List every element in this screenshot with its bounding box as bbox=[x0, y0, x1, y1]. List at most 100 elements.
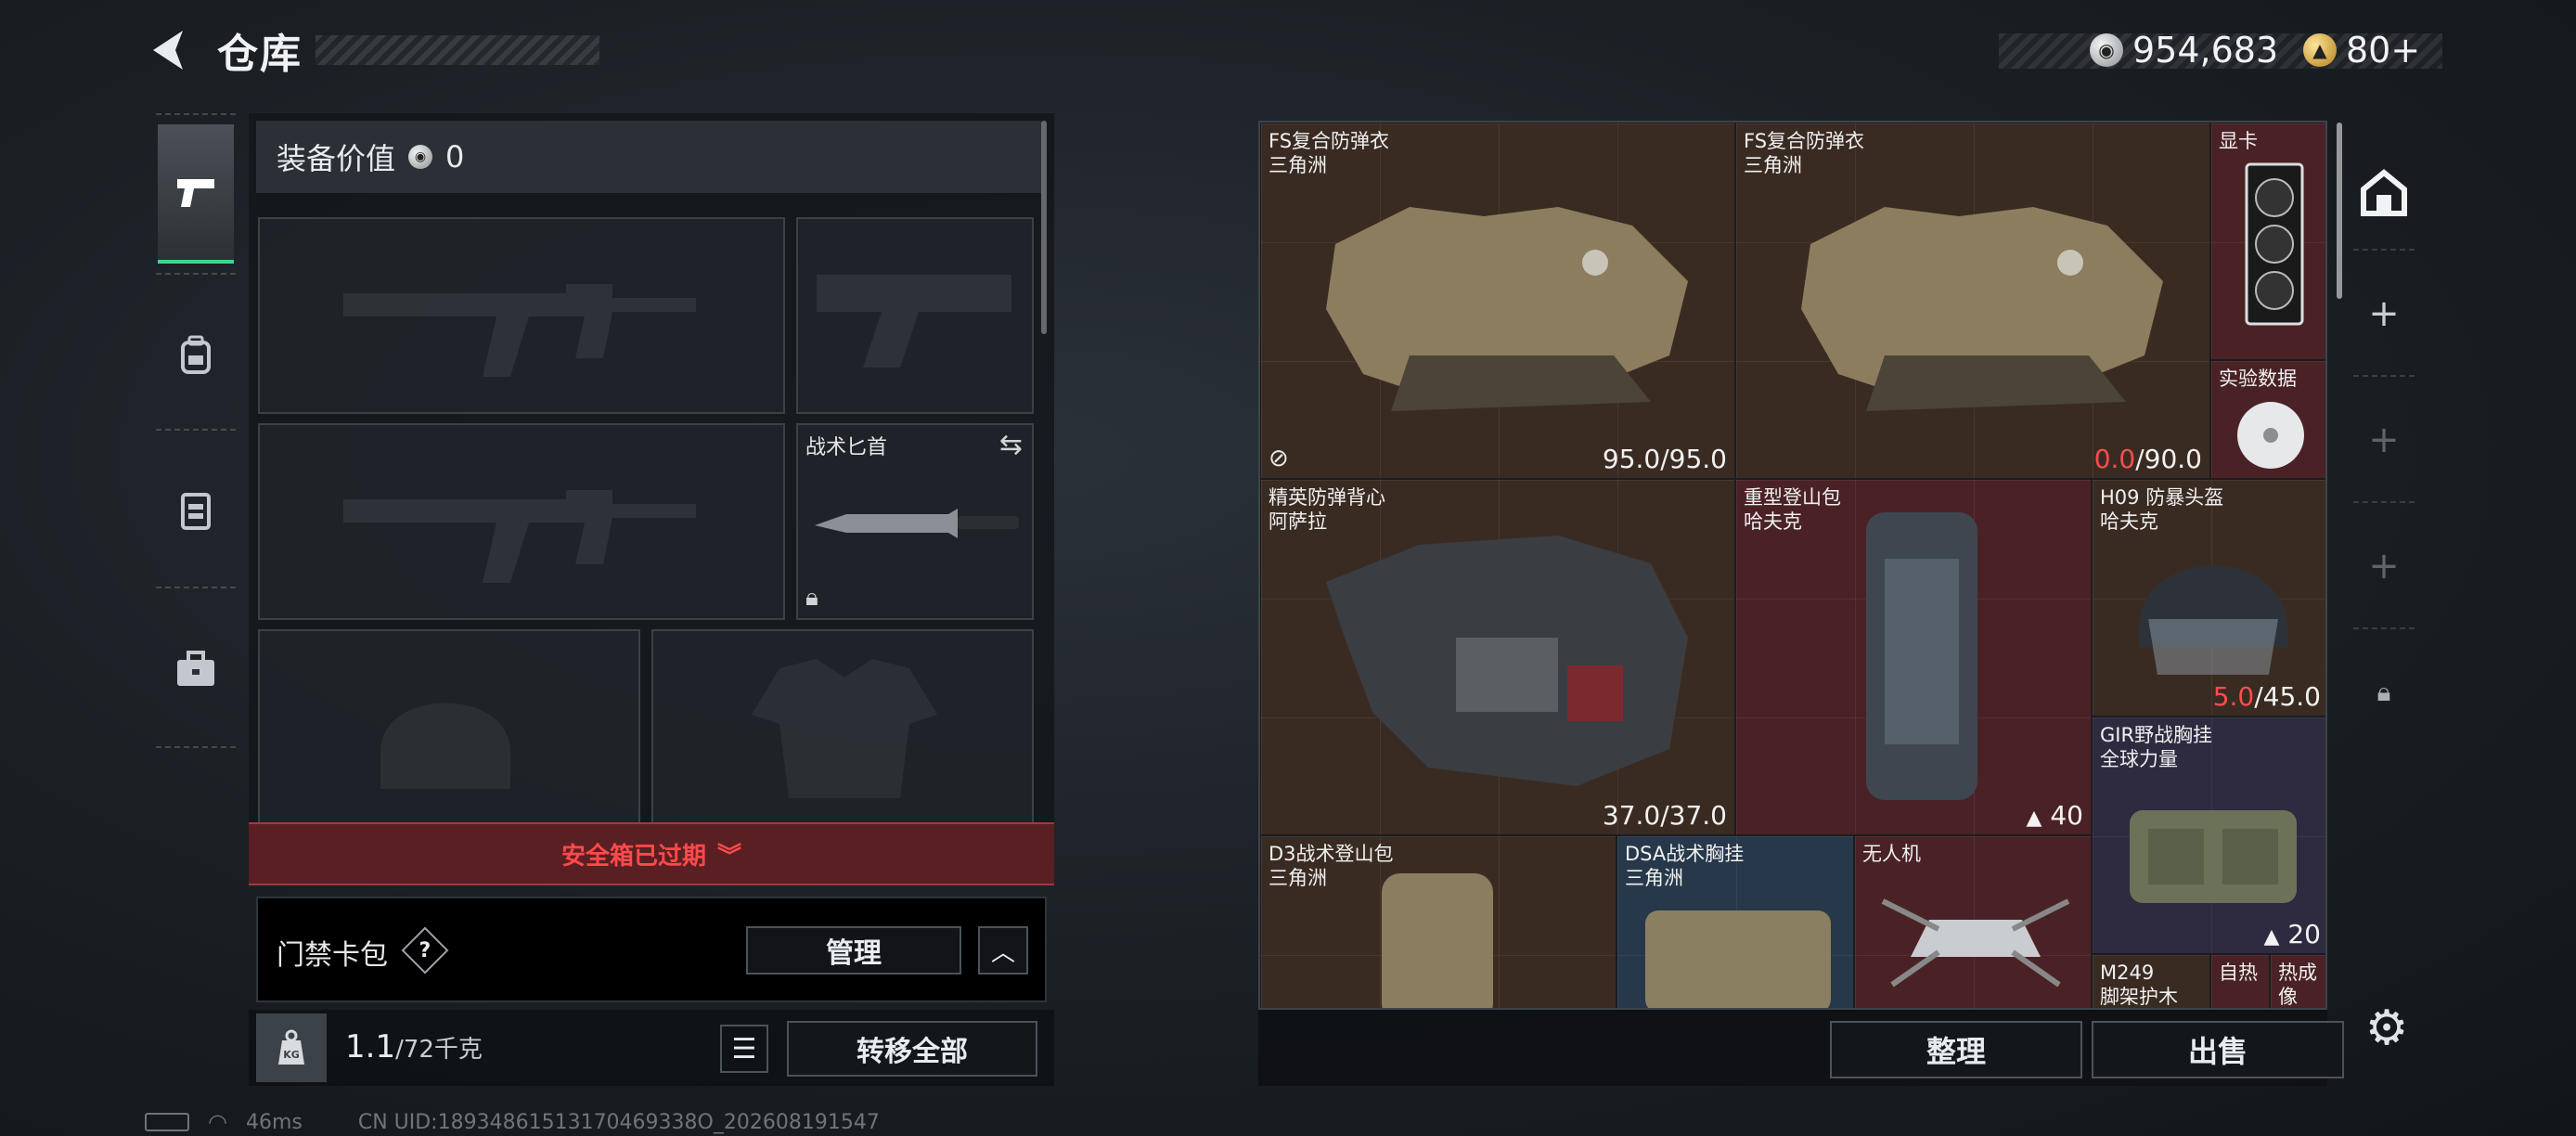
vest-icon bbox=[181, 493, 211, 530]
stash-grid: FS复合防弹衣 三角洲 ⊘ 95.0/95.0 FS复合防弹衣 三角洲 0.0/90… bbox=[1258, 121, 2327, 1010]
battery-icon bbox=[145, 1113, 189, 1131]
safe-case-status: 安全箱已过期 bbox=[560, 842, 706, 871]
armor-slot[interactable] bbox=[651, 629, 1034, 824]
plus-icon: + bbox=[2368, 292, 2400, 335]
tabs-divider bbox=[2353, 249, 2415, 251]
tab-backpack[interactable] bbox=[158, 286, 234, 425]
sidebar-divider bbox=[156, 429, 236, 431]
tab-case[interactable] bbox=[158, 600, 234, 739]
currency-gold[interactable]: ▲ 80+ bbox=[2303, 28, 2420, 72]
item-name: 实验数据 bbox=[2219, 368, 2297, 390]
equipment-value-bar: 装备价值 ◉ 0 bbox=[256, 121, 1041, 193]
stash-tabs: + + + 🔒︎ bbox=[2346, 123, 2422, 750]
add-stash-tab-button[interactable]: + bbox=[2346, 510, 2422, 622]
stash-scrollbar[interactable] bbox=[2337, 123, 2342, 299]
item-name: 显卡 bbox=[2219, 130, 2258, 152]
pistol-slot[interactable] bbox=[796, 217, 1034, 414]
currency-silver: ◉ 954,683 bbox=[2090, 28, 2278, 72]
body-armor-image bbox=[1764, 161, 2191, 439]
stash-item[interactable]: 无人机 bbox=[1854, 835, 2092, 1008]
transfer-all-button[interactable]: 转移全部 bbox=[787, 1021, 1037, 1077]
tabs-divider bbox=[2353, 627, 2415, 629]
stash-item[interactable]: FS复合防弹衣 三角洲 ⊘ 95.0/95.0 bbox=[1260, 123, 1735, 479]
rifle-silhouette-icon bbox=[334, 247, 705, 408]
tabs-divider bbox=[2353, 375, 2415, 377]
stash-item[interactable]: GIR野战胸挂 全球力量 ▲ 20 bbox=[2092, 716, 2325, 954]
list-view-button[interactable]: ☰ bbox=[720, 1025, 768, 1073]
warehouse-icon bbox=[2361, 169, 2407, 216]
knife-label: 战术匕首 bbox=[805, 436, 888, 459]
sidebar-divider bbox=[156, 113, 236, 115]
locked-stash-tab[interactable]: 🔒︎ bbox=[2346, 637, 2422, 748]
help-mark: ? bbox=[419, 938, 431, 962]
no-repair-icon: ⊘ bbox=[1269, 445, 1289, 472]
wifi-icon: ◠ bbox=[208, 1109, 227, 1135]
item-name: 自热 bbox=[2219, 962, 2258, 984]
stash-item[interactable]: 自热 bbox=[2210, 954, 2270, 1008]
item-durability: 95.0/95.0 bbox=[1602, 444, 1727, 474]
silver-coin-icon: ◉ bbox=[408, 145, 433, 169]
safe-case-expired-banner[interactable]: 安全箱已过期 ︾ bbox=[249, 822, 1054, 885]
pistol-icon bbox=[177, 179, 214, 207]
weight-icon: KG bbox=[256, 1013, 327, 1082]
helmet-slot[interactable] bbox=[258, 629, 640, 824]
list-icon: ☰ bbox=[731, 1032, 757, 1065]
knife-slot[interactable]: 战术匕首 ⇆ 🔒︎ bbox=[796, 423, 1034, 620]
stash-tab-home[interactable] bbox=[2346, 137, 2422, 249]
backpack-image bbox=[1382, 873, 1493, 1008]
manage-button[interactable]: 管理 bbox=[746, 926, 961, 975]
stash-item[interactable]: 热成像 bbox=[2270, 954, 2325, 1008]
silver-coin-icon: ◉ bbox=[2090, 33, 2123, 67]
stash-item[interactable]: 精英防弹背心 阿萨拉 37.0/37.0 bbox=[1260, 479, 1735, 835]
status-bar: ◠ 46ms CN UID:18934861513170469338O_2026… bbox=[145, 1108, 880, 1136]
back-button[interactable] bbox=[145, 24, 191, 76]
lock-icon: 🔒︎ bbox=[2376, 677, 2391, 707]
stash-item[interactable]: D3战术登山包 三角洲 bbox=[1260, 835, 1616, 1008]
sell-button[interactable]: 出售 bbox=[2092, 1021, 2344, 1078]
settings-button[interactable]: ⚙ bbox=[2357, 999, 2416, 1058]
chest-rig-image bbox=[1645, 910, 1831, 1008]
stash-item[interactable]: 重型登山包 哈夫克 ▲ 40 bbox=[1735, 479, 2092, 835]
sort-button[interactable]: 整理 bbox=[1830, 1021, 2082, 1078]
lock-icon: 🔒︎ bbox=[805, 584, 818, 612]
item-durability: 0.0/90.0 bbox=[2093, 444, 2202, 474]
page-title: 仓库 bbox=[217, 31, 303, 78]
capacity-icon: ▲ bbox=[2263, 925, 2280, 949]
chest-rig-image bbox=[2130, 810, 2297, 903]
pistol-silhouette-icon bbox=[807, 247, 1021, 408]
item-name: 重型登山包 哈夫克 bbox=[1744, 486, 1841, 533]
weight-max: /72千克 bbox=[395, 1036, 483, 1064]
tab-weapons[interactable] bbox=[158, 124, 234, 264]
primary-weapon-slot[interactable] bbox=[258, 217, 785, 414]
item-name: 无人机 bbox=[1862, 843, 1921, 865]
disc-image bbox=[2237, 402, 2304, 469]
card-pack-label: 门禁卡包 bbox=[277, 939, 388, 972]
stash-item[interactable]: 显卡 bbox=[2210, 123, 2325, 360]
tab-vest[interactable] bbox=[158, 442, 234, 581]
sidebar-divider bbox=[156, 587, 236, 588]
riot-helmet-image bbox=[2139, 565, 2287, 675]
silver-amount: 954,683 bbox=[2132, 30, 2279, 71]
secondary-weapon-slot[interactable] bbox=[258, 423, 785, 620]
weight-readout: 1.1/72千克 bbox=[345, 1028, 483, 1065]
stash-item[interactable]: M249 脚架护木 bbox=[2092, 954, 2210, 1008]
title-decoration bbox=[316, 35, 599, 65]
graphics-card-image bbox=[2245, 162, 2304, 326]
stash-item[interactable]: 实验数据 bbox=[2210, 360, 2325, 479]
ping: 46ms bbox=[245, 1110, 303, 1134]
uid: CN UID:18934861513170469338O_20260819154… bbox=[357, 1110, 880, 1134]
swap-icon[interactable]: ⇆ bbox=[999, 429, 1023, 461]
add-stash-tab-button[interactable]: + bbox=[2346, 384, 2422, 496]
stash-item[interactable]: H09 防暴头盔 哈夫克 5.0/45.0 bbox=[2092, 479, 2325, 716]
sidebar-divider bbox=[156, 746, 236, 748]
backpack-icon bbox=[181, 335, 211, 374]
stash-item[interactable]: DSA战术胸挂 三角洲 bbox=[1616, 835, 1854, 1008]
loadout-scrollbar[interactable] bbox=[1041, 121, 1047, 334]
stash-item[interactable]: FS复合防弹衣 三角洲 0.0/90.0 bbox=[1735, 123, 2210, 479]
chevron-up-icon: ︿ bbox=[990, 938, 1015, 967]
item-name: 热成像 bbox=[2278, 962, 2317, 1008]
tabs-divider bbox=[2353, 501, 2415, 503]
kg-label: KG bbox=[283, 1049, 300, 1061]
add-stash-tab-button[interactable]: + bbox=[2346, 258, 2422, 369]
collapse-button[interactable]: ︿ bbox=[978, 926, 1028, 975]
